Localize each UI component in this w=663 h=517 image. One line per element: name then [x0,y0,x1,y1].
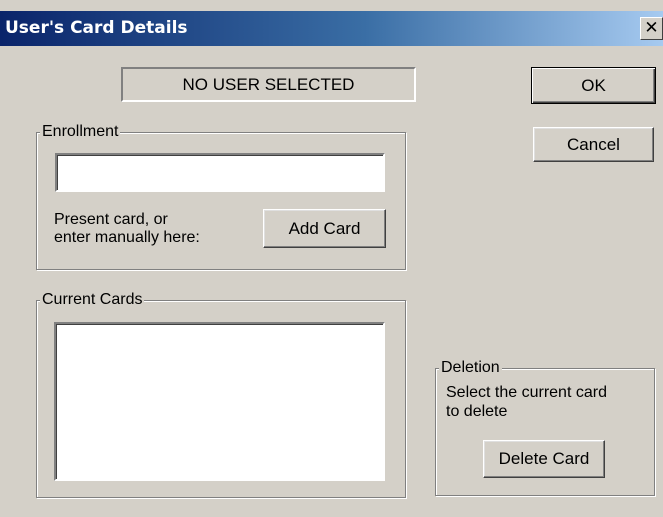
enrollment-legend: Enrollment [40,122,121,142]
close-button[interactable]: ✕ [640,17,663,40]
deletion-legend: Deletion [439,358,502,378]
title-bar: User's Card Details ✕ [0,11,663,46]
close-icon: ✕ [644,18,659,38]
enrollment-help-line1: Present card, or [54,211,168,228]
deletion-help-line1: Select the current card [446,384,607,401]
deletion-help-line2: to delete [446,403,508,420]
card-number-input[interactable] [55,153,385,192]
enrollment-help-line2: enter manually here: [54,229,200,246]
delete-card-button[interactable]: Delete Card [483,440,605,478]
window-title: User's Card Details [5,18,188,38]
ok-button[interactable]: OK [531,67,656,104]
add-card-button[interactable]: Add Card [263,209,386,248]
cancel-button[interactable]: Cancel [533,127,654,162]
user-status-display: NO USER SELECTED [121,67,416,102]
current-cards-legend: Current Cards [40,290,145,310]
current-cards-list[interactable] [54,322,385,481]
